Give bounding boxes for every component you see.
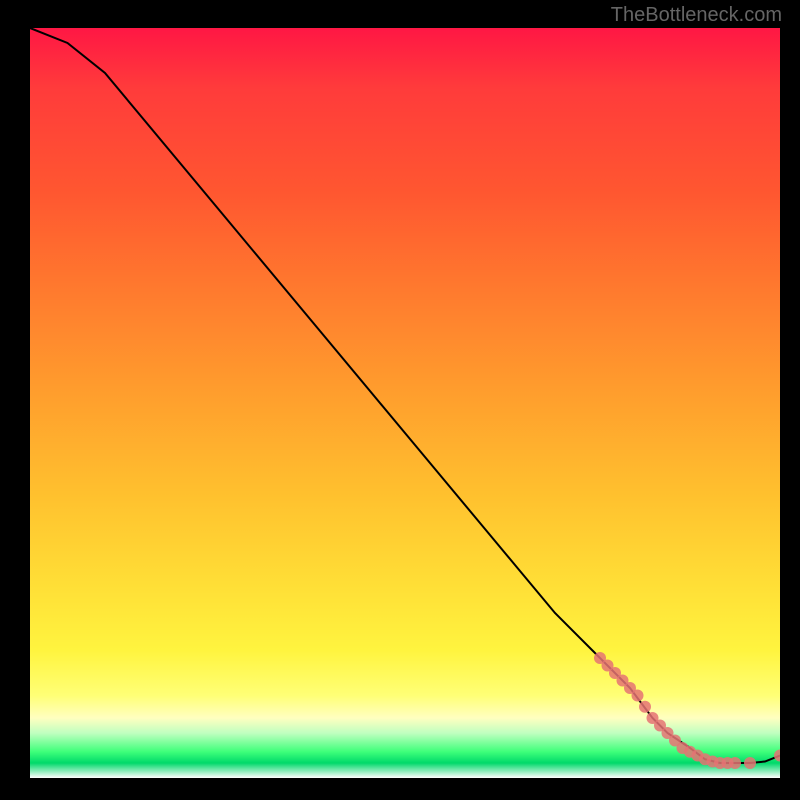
data-marker	[744, 757, 756, 769]
marker-series	[594, 652, 780, 769]
data-marker	[639, 701, 651, 713]
data-marker	[774, 750, 780, 762]
line-series	[30, 28, 780, 763]
chart-svg	[30, 28, 780, 778]
data-marker	[729, 757, 741, 769]
chart-container: TheBottleneck.com	[0, 0, 800, 800]
data-marker	[632, 690, 644, 702]
curve-line	[30, 28, 780, 763]
plot-area	[30, 28, 780, 778]
watermark-text: TheBottleneck.com	[611, 4, 782, 27]
